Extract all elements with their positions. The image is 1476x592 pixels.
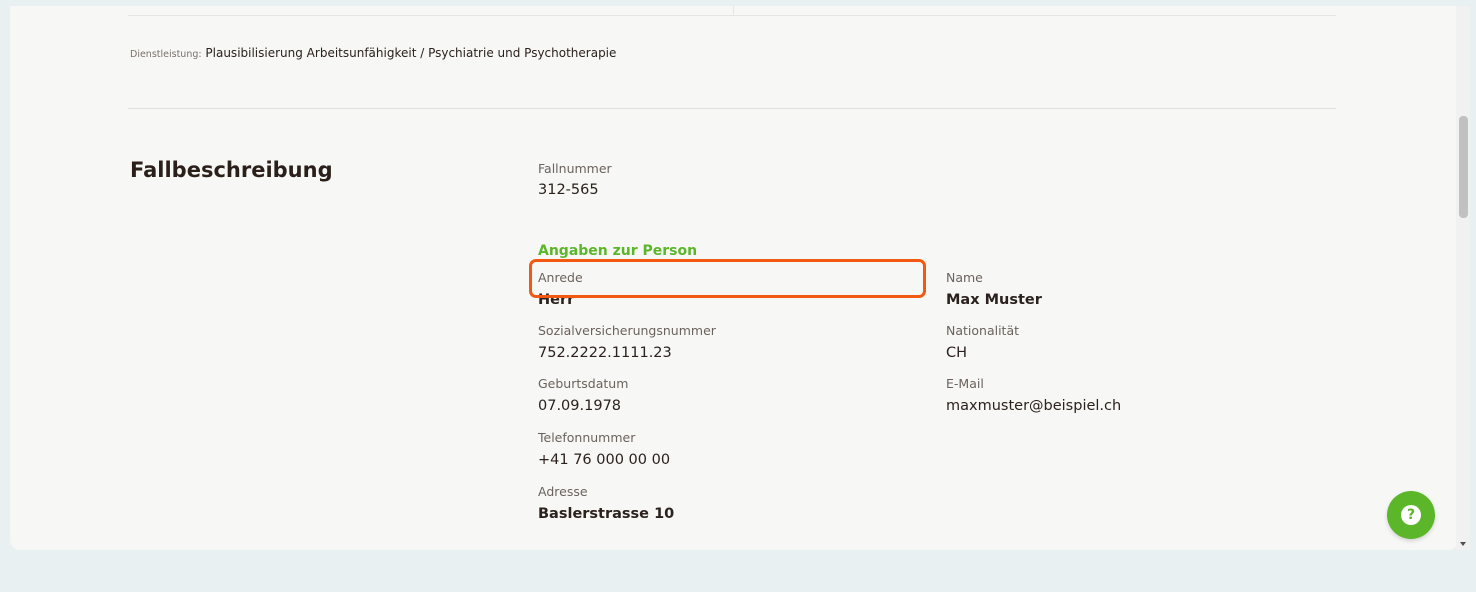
ssn-value: 752.2222.1111.23 [538, 345, 672, 361]
salutation-value: Herr [538, 292, 575, 308]
service-value: Plausibilisierung Arbeitsunfähigkeit / P… [205, 46, 617, 60]
service-label: Dienstleistung: [130, 49, 202, 60]
service-line: Dienstleistung: Plausibilisierung Arbeit… [130, 46, 616, 60]
scroll-down-arrow-icon[interactable] [1460, 542, 1466, 546]
name-value: Max Muster [946, 292, 1042, 308]
section-divider [128, 108, 1336, 109]
name-label: Name [946, 270, 983, 285]
nationality-label: Nationalität [946, 323, 1020, 338]
person-heading: Angaben zur Person [538, 243, 698, 259]
help-button[interactable]: ? [1387, 491, 1435, 539]
content-card: Dienstleistung: Plausibilisierung Arbeit… [10, 6, 1458, 550]
phone-label: Telefonnummer [538, 430, 636, 445]
case-number-value: 312-565 [538, 182, 599, 198]
scrollbar-thumb[interactable] [1459, 116, 1468, 218]
email-value: maxmuster@beispiel.ch [946, 398, 1122, 414]
address-value: Baslerstrasse 10 [538, 506, 675, 522]
address-label: Adresse [538, 484, 588, 499]
salutation-highlight-box [529, 259, 926, 298]
question-icon: ? [1401, 505, 1421, 525]
email-label: E-Mail [946, 376, 984, 391]
case-number-label: Fallnummer [538, 161, 612, 176]
phone-value: +41 76 000 00 00 [538, 452, 671, 468]
section-title: Fallbeschreibung [130, 158, 333, 182]
birthdate-label: Geburtsdatum [538, 376, 629, 391]
top-divider [128, 15, 1336, 16]
vertical-scrollbar[interactable] [1456, 6, 1470, 550]
ssn-label: Sozialversicherungsnummer [538, 323, 716, 338]
top-column-divider [733, 6, 734, 15]
birthdate-value: 07.09.1978 [538, 398, 622, 414]
salutation-label: Anrede [538, 270, 583, 285]
nationality-value: CH [946, 345, 968, 361]
